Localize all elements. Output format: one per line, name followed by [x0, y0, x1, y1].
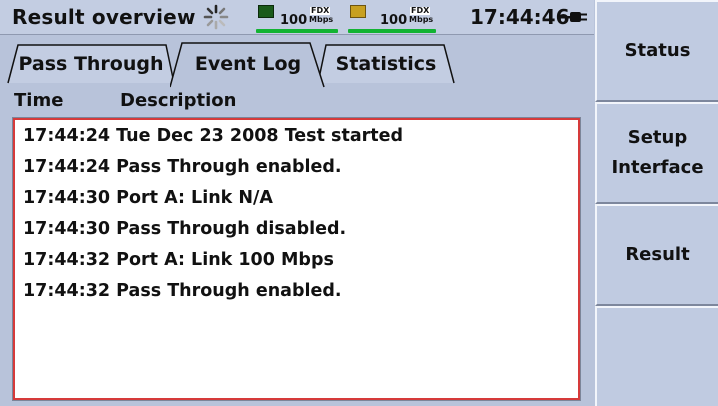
port-b-icon	[350, 5, 366, 18]
page-title: Result overview	[12, 5, 196, 29]
port-a-unit: Mbps	[309, 15, 334, 24]
log-entry: 17:44:32 Port A: Link 100 Mbps	[23, 250, 334, 270]
blank-softkey[interactable]	[595, 306, 718, 406]
port-b-duplex: FDX	[410, 6, 431, 15]
result-button-label: Result	[625, 244, 690, 265]
log-entry: 17:44:32 Pass Through enabled.	[23, 281, 342, 301]
port-a-duplex: FDX	[310, 6, 331, 15]
status-button[interactable]: Status	[595, 0, 718, 102]
log-entry: 17:44:30 Port A: Link N/A	[23, 188, 273, 208]
tab-statistics[interactable]: Statistics	[316, 44, 456, 84]
tab-pass-through-label: Pass Through	[18, 53, 164, 75]
clock: 17:44:46	[470, 5, 570, 29]
column-header-description: Description	[120, 90, 237, 111]
tab-event-log-label: Event Log	[194, 53, 302, 75]
tab-pass-through[interactable]: Pass Through	[6, 44, 176, 84]
result-button[interactable]: Result	[595, 204, 718, 306]
port-a-speed: 100	[280, 13, 308, 28]
port-a-status: 100 FDX Mbps	[252, 5, 342, 33]
log-header: Time Description	[0, 88, 594, 114]
tab-event-log[interactable]: Event Log	[170, 42, 326, 88]
power-plug-icon	[561, 12, 587, 22]
setup-interface-button-label: Setup Interface	[611, 127, 704, 178]
log-entry: 17:44:24 Tue Dec 23 2008 Test started	[23, 126, 404, 146]
busy-spinner-icon	[203, 4, 229, 30]
log-entry: 17:44:30 Pass Through disabled.	[23, 219, 347, 239]
port-b-unit: Mbps	[409, 15, 434, 24]
title-bar: Result overview 100 FDX Mbps 100 FDX Mbp…	[0, 0, 594, 35]
status-button-label: Status	[624, 40, 691, 61]
port-a-link-bar	[256, 29, 338, 33]
log-entry: 17:44:24 Pass Through enabled.	[23, 157, 342, 177]
port-b-link-bar	[348, 29, 436, 33]
event-log-list[interactable]: 17:44:24 Tue Dec 23 2008 Test started 17…	[12, 117, 581, 401]
tab-bar: Pass Through Statistics Event Log	[0, 36, 594, 88]
column-header-time: Time	[14, 90, 64, 111]
port-a-icon	[258, 5, 274, 18]
port-b-speed: 100	[380, 13, 408, 28]
screen: Result overview 100 FDX Mbps 100 FDX Mbp…	[0, 0, 718, 406]
softkey-panel: Status Setup Interface Result	[595, 0, 718, 406]
port-b-status: 100 FDX Mbps	[348, 5, 440, 33]
setup-interface-button[interactable]: Setup Interface	[595, 102, 718, 204]
tab-statistics-label: Statistics	[335, 53, 437, 75]
